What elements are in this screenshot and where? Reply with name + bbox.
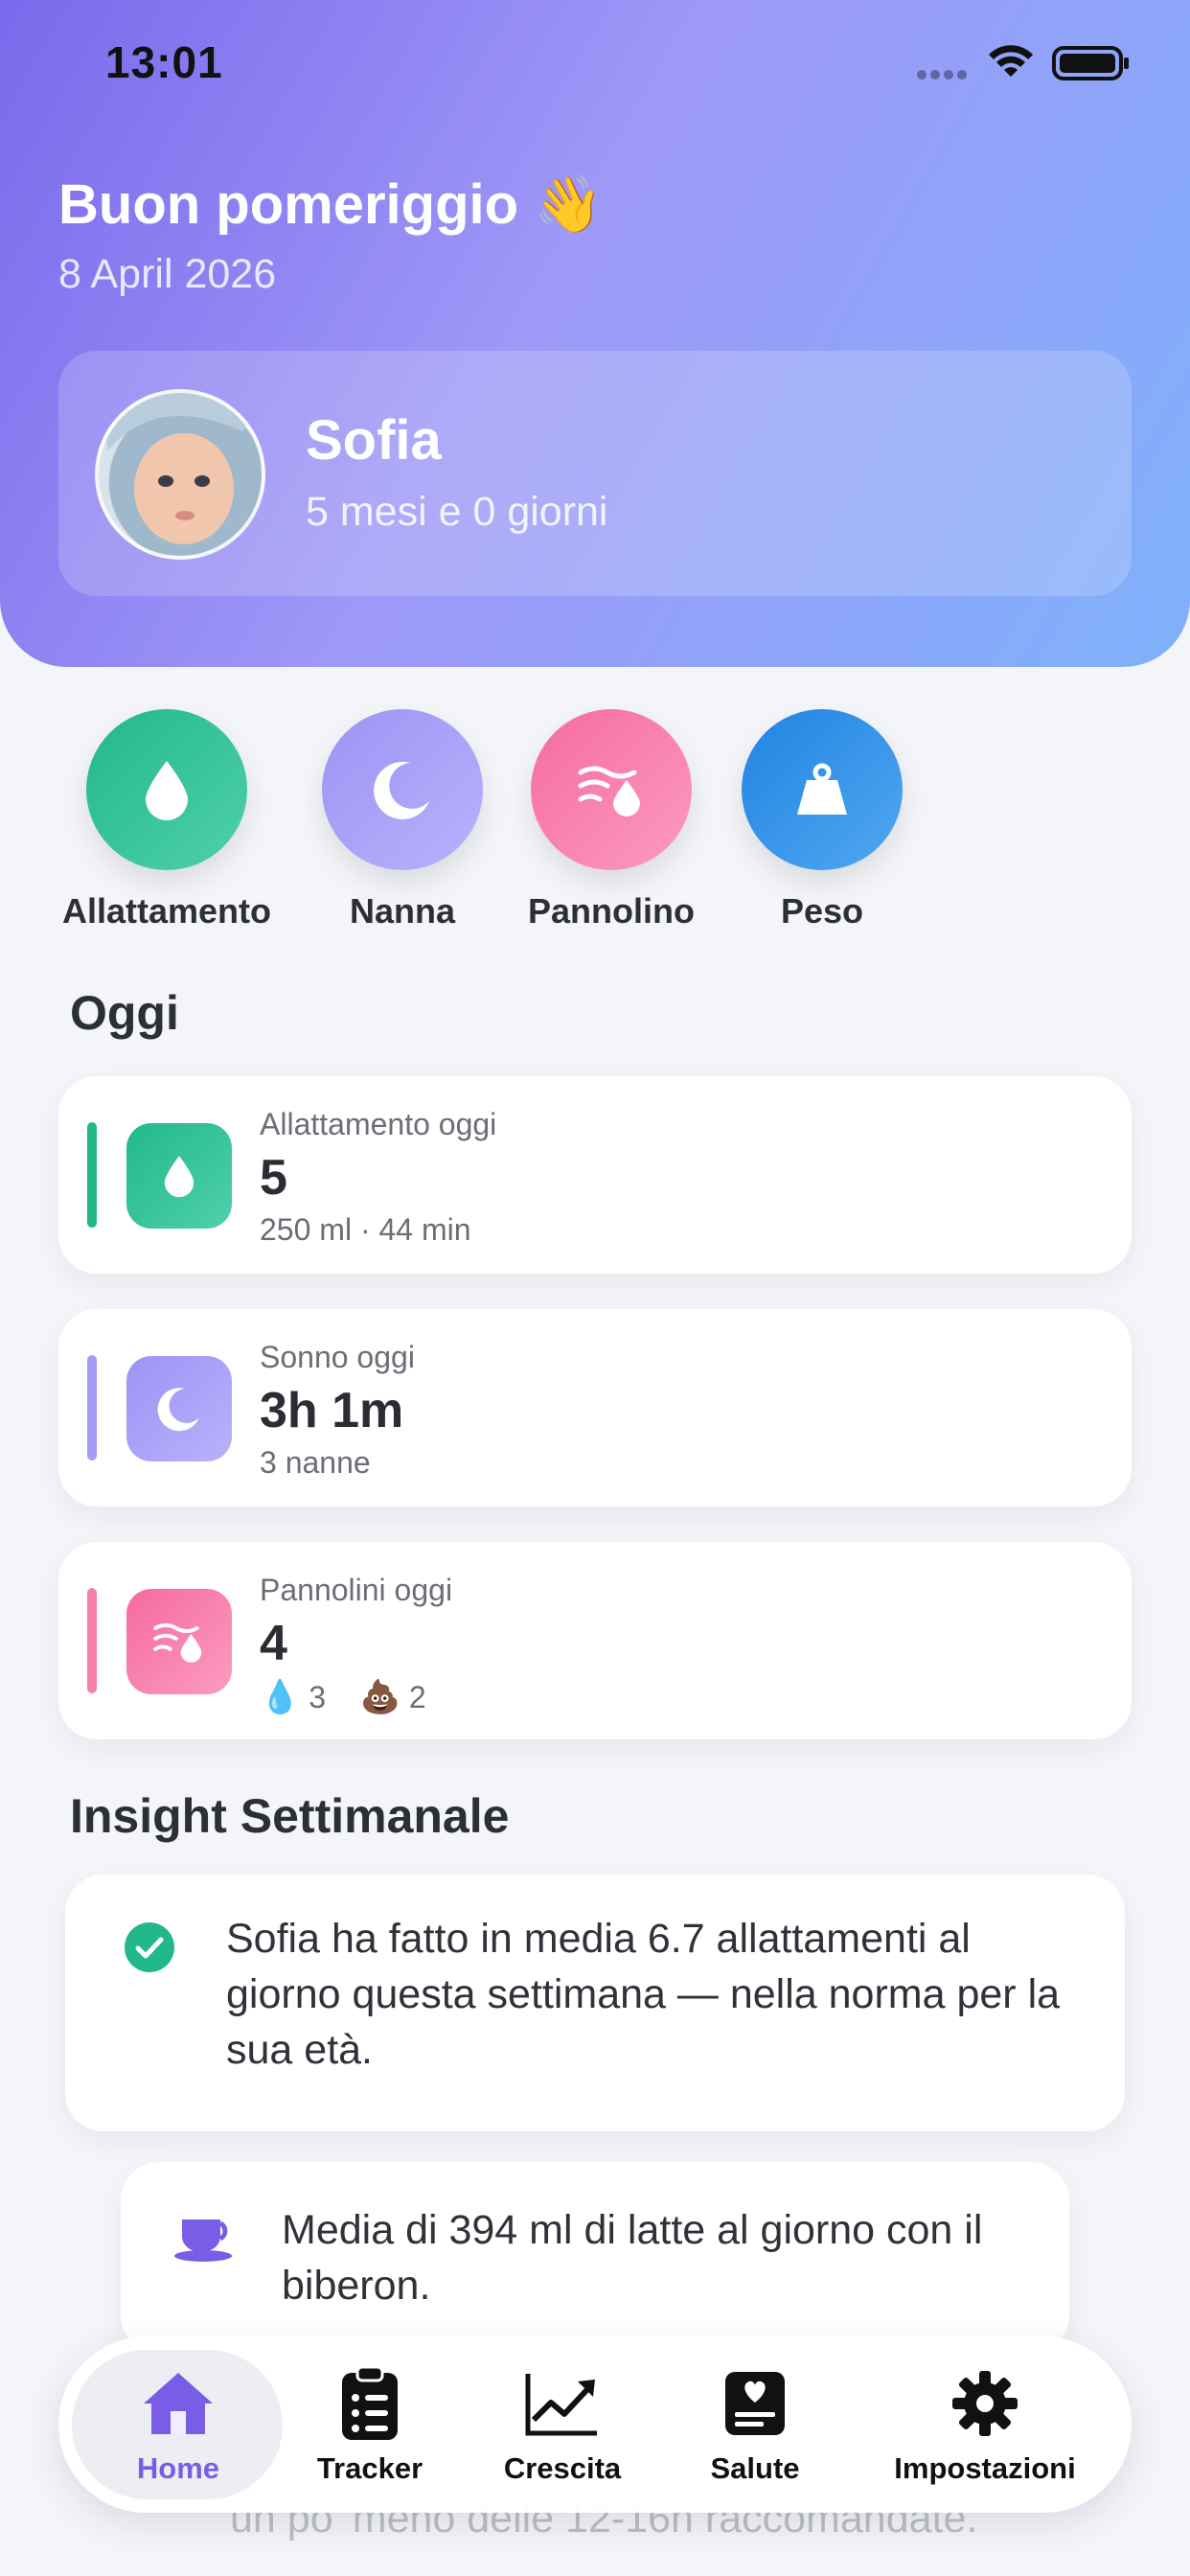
status-bar: 13:01 xyxy=(0,0,1190,125)
wet-count: 3 xyxy=(309,1680,327,1714)
baby-name: Sofia xyxy=(306,409,442,472)
quick-action-label: Nanna xyxy=(349,891,456,931)
card-label: Pannolini oggi xyxy=(260,1573,453,1607)
feeding-summary-card[interactable]: Allattamento oggi 5 250 ml · 44 min xyxy=(58,1076,1132,1274)
drop-icon xyxy=(86,709,247,870)
card-accent-bar xyxy=(87,1355,97,1460)
avatar xyxy=(95,389,265,560)
card-label: Sonno oggi xyxy=(260,1340,415,1374)
card-subtitle: 250 ml · 44 min xyxy=(260,1212,471,1247)
diaper-summary-card[interactable]: Pannolini oggi 4 💧 3 💩 2 xyxy=(58,1542,1132,1739)
moon-icon xyxy=(322,709,483,870)
wet-drop-icon: 💧 xyxy=(260,1679,301,1715)
quick-action-nanna[interactable]: Nanna xyxy=(287,709,517,932)
health-icon xyxy=(645,2365,865,2442)
quick-action-peso[interactable]: Peso xyxy=(707,709,937,932)
tab-label: Salute xyxy=(710,2451,800,2485)
tab-home[interactable]: Home xyxy=(68,2365,288,2486)
today-section-title: Oggi xyxy=(70,986,179,1040)
poop-icon: 💩 xyxy=(359,1679,400,1715)
battery-icon xyxy=(1052,46,1129,80)
moon-icon xyxy=(126,1356,232,1461)
signal-icon xyxy=(917,67,971,80)
quick-action-pannolino[interactable]: Pannolino xyxy=(496,709,726,932)
tab-bar: Home Tracker Crescita Salute Impostazion… xyxy=(58,2336,1132,2513)
card-subtitle: 3 nanne xyxy=(260,1445,371,1480)
insight-card[interactable]: Sofia ha fatto in media 6.7 allattamenti… xyxy=(65,1874,1125,2131)
card-value: 5 xyxy=(260,1150,287,1206)
tab-label: Crescita xyxy=(503,2451,622,2485)
quick-actions: Allattamento Nanna Pannolino Peso xyxy=(0,709,1190,939)
insights-section-title: Insight Settimanale xyxy=(70,1789,510,1843)
drop-icon xyxy=(126,1123,232,1229)
card-subtitle: 💧 3 💩 2 xyxy=(260,1678,426,1716)
wifi-icon xyxy=(989,45,1033,77)
quick-action-label: Peso xyxy=(780,891,864,931)
house-icon xyxy=(68,2365,288,2442)
dirty-count: 2 xyxy=(408,1680,426,1714)
card-label: Allattamento oggi xyxy=(260,1107,497,1141)
tab-tracker[interactable]: Tracker xyxy=(260,2365,480,2486)
check-circle-icon xyxy=(125,1922,174,1972)
chart-icon xyxy=(452,2365,673,2442)
insight-text: Media di 394 ml di latte al giorno con i… xyxy=(282,2207,983,2309)
cup-icon xyxy=(174,2220,232,2262)
diaper-icon xyxy=(126,1589,232,1694)
gear-icon xyxy=(875,2365,1095,2442)
quick-action-allattamento[interactable]: Allattamento xyxy=(52,709,282,932)
insight-text: Sofia ha fatto in media 6.7 allattamenti… xyxy=(226,1916,1061,2073)
tab-label: Home xyxy=(136,2451,220,2485)
baby-age: 5 mesi e 0 giorni xyxy=(306,489,608,535)
tab-label: Impostazioni xyxy=(894,2451,1076,2485)
header: 13:01 Buon pomeriggio 👋 8 April 2026 Sof… xyxy=(0,0,1190,667)
baby-profile-card[interactable]: Sofia 5 mesi e 0 giorni xyxy=(58,351,1132,596)
clipboard-icon xyxy=(260,2365,480,2442)
status-time: 13:01 xyxy=(105,37,223,87)
diaper-icon xyxy=(531,709,692,870)
tab-salute[interactable]: Salute xyxy=(645,2365,865,2486)
greeting-title: Buon pomeriggio 👋 xyxy=(58,173,604,236)
card-value: 4 xyxy=(260,1616,287,1671)
weight-icon xyxy=(742,709,903,870)
current-date: 8 April 2026 xyxy=(58,251,277,297)
insight-card[interactable]: Media di 394 ml di latte al giorno con i… xyxy=(121,2162,1069,2354)
tab-label: Tracker xyxy=(316,2451,423,2485)
tab-impostazioni[interactable]: Impostazioni xyxy=(875,2365,1095,2486)
card-value: 3h 1m xyxy=(260,1383,404,1438)
quick-action-label: Pannolino xyxy=(528,891,695,931)
card-accent-bar xyxy=(87,1122,97,1228)
quick-action-label: Allattamento xyxy=(61,891,272,931)
sleep-summary-card[interactable]: Sonno oggi 3h 1m 3 nanne xyxy=(58,1309,1132,1506)
tab-crescita[interactable]: Crescita xyxy=(452,2365,673,2486)
card-accent-bar xyxy=(87,1588,97,1693)
